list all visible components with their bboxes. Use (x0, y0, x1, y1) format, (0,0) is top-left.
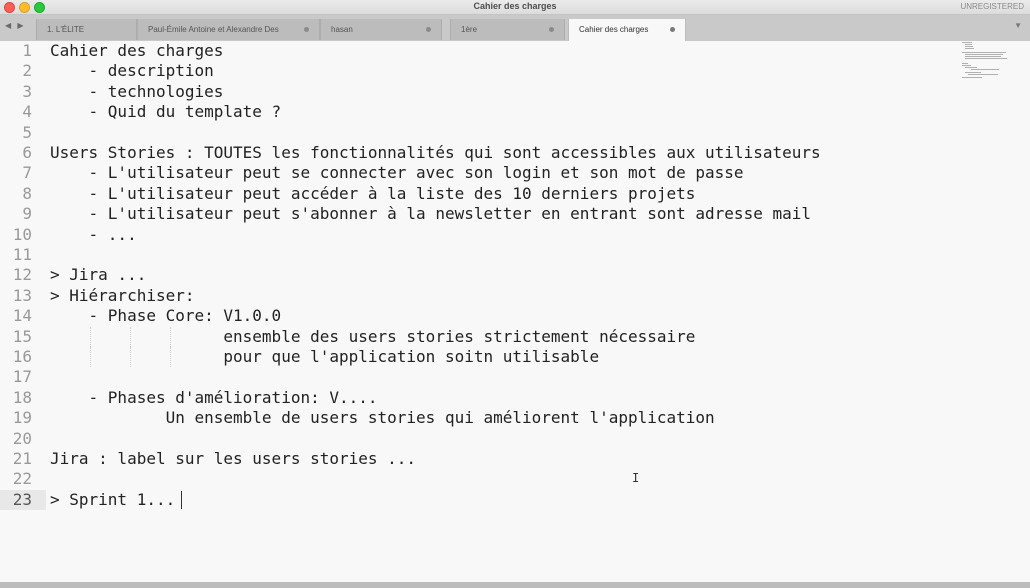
code-line[interactable]: - L'utilisateur peut se connecter avec s… (50, 163, 744, 183)
unsaved-dot-icon[interactable] (670, 27, 675, 32)
line-number: 14 (12, 306, 32, 326)
tab-lelite[interactable]: 1. L'ÉLITE (36, 19, 137, 40)
tab-bar: ◀ ▶ 1. L'ÉLITE Paul-Émile Antoine et Ale… (0, 15, 1030, 42)
bottom-scrollbar[interactable] (0, 582, 1030, 588)
line-number: 3 (22, 81, 32, 101)
code-line[interactable]: Cahier des charges (50, 41, 223, 61)
line-number: 4 (22, 102, 32, 122)
code-line[interactable]: Un ensemble de users stories qui amélior… (50, 408, 715, 428)
line-number: 12 (12, 265, 32, 285)
line-number: 9 (22, 204, 32, 224)
line-number: 18 (12, 387, 32, 407)
code-line[interactable]: Users Stories : TOUTES les fonctionnalit… (50, 143, 821, 163)
indent-guide (170, 326, 171, 347)
minimap[interactable] (960, 41, 1016, 81)
code-line[interactable]: - L'utilisateur peut accéder à la liste … (50, 184, 696, 204)
tab-list-dropdown-icon[interactable]: ▼ (1014, 21, 1022, 30)
code-line[interactable]: - technologies (50, 82, 224, 102)
line-number: 23 (0, 489, 46, 511)
code-line[interactable]: > Hiérarchiser: (50, 286, 195, 306)
line-number: 11 (12, 245, 32, 264)
window-title: Cahier des charges (473, 1, 557, 11)
mouse-ibeam-cursor-icon: I (632, 471, 640, 485)
tab-label: 1. L'ÉLITE (47, 25, 85, 34)
line-number: 13 (12, 285, 32, 305)
line-number: 6 (22, 143, 32, 162)
line-number: 15 (12, 326, 32, 346)
code-line[interactable]: pour que l'application soitn utilisable (50, 347, 599, 367)
unsaved-dot-icon[interactable] (549, 27, 554, 32)
tab-hasan[interactable]: hasan (320, 19, 442, 40)
line-number: 7 (22, 163, 32, 183)
indent-guide (90, 326, 91, 347)
code-line[interactable]: - L'utilisateur peut s'abonner à la news… (50, 204, 811, 224)
line-number: 20 (12, 428, 32, 448)
text-caret (181, 490, 182, 509)
unsaved-dot-icon[interactable] (304, 27, 309, 32)
line-number: 1 (22, 41, 32, 60)
tab-cahier-des-charges[interactable]: Cahier des charges (568, 19, 686, 41)
tab-label: Cahier des charges (579, 25, 649, 34)
line-number: 17 (12, 367, 32, 387)
indent-guide (130, 326, 131, 347)
title-bar: Cahier des charges UNREGISTERED (0, 0, 1030, 15)
line-number: 8 (22, 183, 32, 203)
line-number: 10 (12, 224, 32, 244)
unsaved-dot-icon[interactable] (426, 27, 431, 32)
code-line[interactable]: - Phase Core: V1.0.0 (50, 306, 282, 326)
tab-label: 1ère (461, 25, 478, 34)
indent-guide (170, 347, 171, 368)
line-number: 21 (12, 449, 32, 468)
code-line[interactable]: - ... (50, 225, 137, 245)
indent-guide (130, 347, 131, 368)
code-line[interactable]: > Jira ... (50, 265, 146, 285)
code-line[interactable]: - description (50, 61, 214, 81)
line-number: 5 (22, 122, 32, 142)
line-number: 22 (12, 469, 32, 489)
license-status: UNREGISTERED (960, 2, 1024, 11)
line-number: 19 (12, 408, 32, 428)
indent-guide (90, 347, 91, 368)
code-line[interactable]: - Phases d'amélioration: V.... (50, 388, 378, 408)
code-line[interactable]: Jira : label sur les users stories ... (50, 449, 416, 469)
code-line[interactable]: ensemble des users stories strictement n… (50, 327, 695, 347)
editor-area[interactable]: 1 2 3 4 5 6 7 8 9 10 11 12 13 14 15 16 17 18 19 20 21 22 23 Ca… (0, 41, 1030, 582)
code-line[interactable]: - Quid du template ? (50, 102, 282, 122)
tab-label: Paul-Émile Antoine et Alexandre Des (148, 25, 279, 34)
tab-nav-arrows-icon[interactable]: ◀ ▶ (5, 21, 26, 30)
line-number: 2 (22, 61, 32, 81)
line-number-gutter: 1 2 3 4 5 6 7 8 9 10 11 12 13 14 15 16 17 18 19 20 21 22 23 (0, 41, 46, 582)
code-line[interactable]: > Sprint 1... (50, 490, 175, 510)
tab-paul-emile[interactable]: Paul-Émile Antoine et Alexandre Des (137, 19, 320, 40)
tab-label: hasan (331, 25, 353, 34)
line-number: 16 (12, 347, 32, 366)
tab-1ere[interactable]: 1ère (450, 19, 565, 40)
